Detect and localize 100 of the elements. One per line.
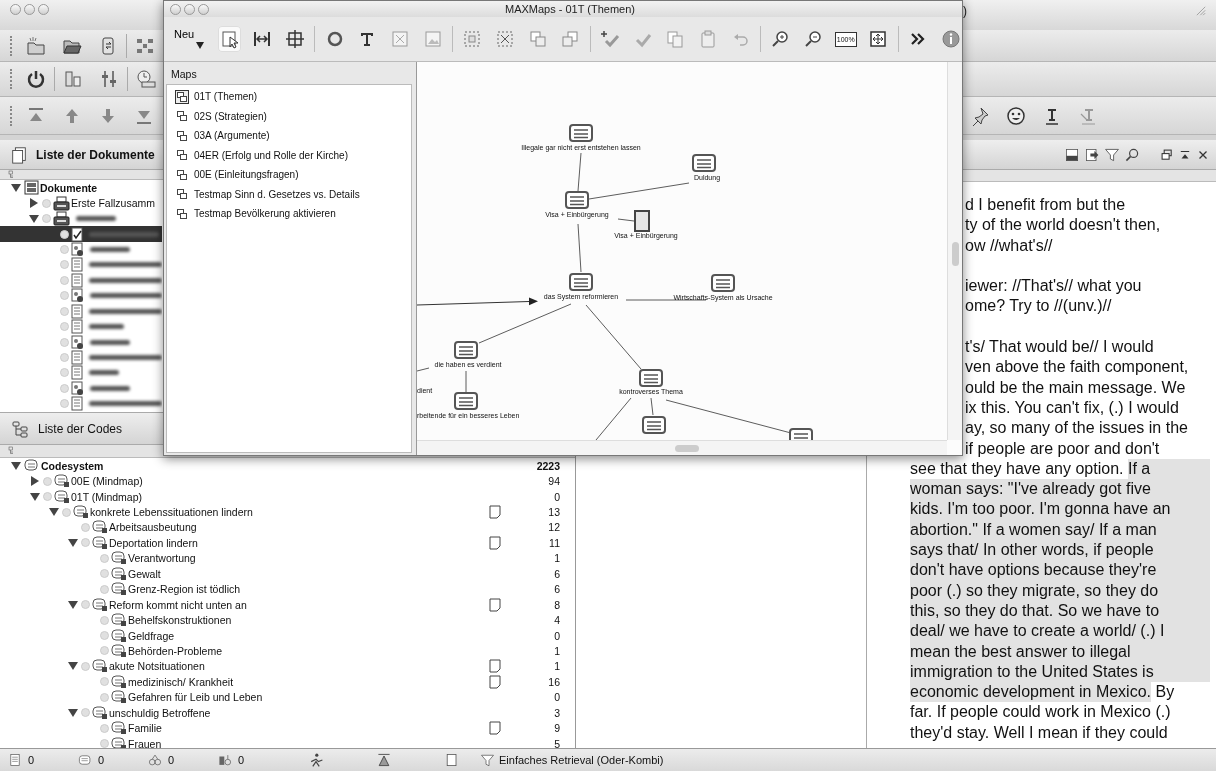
map-list-item[interactable]: Testmap Sinn d. Gesetzes vs. Details <box>167 184 411 204</box>
status-dot <box>60 229 69 239</box>
code-icon <box>73 505 89 520</box>
filter-icon[interactable] <box>1104 146 1120 163</box>
expanded-triangle-icon[interactable] <box>11 460 21 471</box>
restore-window-icon[interactable] <box>1160 147 1174 162</box>
code-label[interactable]: medizinisch/ Krankheit <box>128 675 234 688</box>
code-label[interactable]: Verantwortung <box>128 552 196 565</box>
sliders-icon[interactable] <box>99 69 119 89</box>
code-label[interactable]: 01T (Mindmap) <box>71 490 142 503</box>
code-icon <box>111 613 127 628</box>
memo-icon[interactable] <box>489 721 501 736</box>
collapsed-triangle-icon[interactable] <box>30 476 40 487</box>
panel-title: Liste der Codes <box>38 421 123 436</box>
map-list-item[interactable]: 02S (Strategien) <box>167 106 411 126</box>
window-title: ) <box>963 4 967 18</box>
code-label[interactable]: Deportation lindern <box>109 536 198 549</box>
code-label[interactable]: Reform kommt nicht unten an <box>109 598 247 611</box>
panel-title: Liste der Dokumente <box>36 147 155 162</box>
pin-icon[interactable] <box>970 105 990 126</box>
expanded-triangle-icon[interactable] <box>49 507 59 518</box>
expanded-triangle-icon[interactable] <box>68 661 78 672</box>
map-list-item[interactable]: 03A (Argumente) <box>167 126 411 146</box>
document-label[interactable]: Dokumente <box>40 181 98 194</box>
printer-icon <box>53 195 70 211</box>
transcript-text: ix this. You can't fix, (.) I would <box>964 397 1180 418</box>
map-icon <box>175 109 189 124</box>
doc-count-icon <box>8 753 22 767</box>
code-node-icon <box>711 274 735 292</box>
layers-icon <box>527 29 548 49</box>
expanded-triangle-icon[interactable] <box>68 537 78 548</box>
printer-icon <box>53 211 70 227</box>
image-document-icon <box>71 288 84 304</box>
code-label[interactable]: Familie <box>128 722 162 735</box>
code-node-icon <box>454 341 478 359</box>
status-dot <box>100 631 109 641</box>
expanded-triangle-icon[interactable] <box>68 707 78 718</box>
status-dot <box>60 383 69 393</box>
code-label[interactable]: Geldfrage <box>128 629 175 642</box>
clock-icon[interactable] <box>136 69 156 89</box>
transcript-text: iewer: //That's// what you <box>964 276 1143 297</box>
export-icon[interactable] <box>1084 146 1100 163</box>
status-dot <box>60 337 69 347</box>
code-label[interactable]: Gefahren für Leib und Leben <box>128 691 263 704</box>
power-icon[interactable] <box>26 69 46 89</box>
map-list-item[interactable]: 00E (Einleitungsfragen) <box>167 165 411 185</box>
collapsed-triangle-icon[interactable] <box>29 198 39 209</box>
memo-icon[interactable] <box>489 535 501 550</box>
pointer-tool[interactable] <box>218 26 241 52</box>
horizontal-scrollbar[interactable] <box>417 440 947 455</box>
document-row[interactable] <box>0 226 162 242</box>
document-label[interactable]: Erste Fallzusamm <box>71 197 155 210</box>
status-dot <box>60 244 69 254</box>
checked-document-icon <box>71 226 83 242</box>
code-node-icon <box>569 273 593 291</box>
expanded-triangle-icon[interactable] <box>30 491 40 502</box>
connector-line <box>465 370 467 393</box>
expanded-triangle-icon[interactable] <box>29 213 39 224</box>
square-icon[interactable] <box>444 752 460 768</box>
document-icon <box>71 303 83 319</box>
code-count: 8 <box>554 598 561 611</box>
code-label[interactable]: Arbeitsausbeutung <box>109 521 197 534</box>
code-label[interactable]: Codesystem <box>41 459 104 472</box>
pointer-icon <box>219 29 240 49</box>
caret-icon[interactable] <box>196 42 205 49</box>
code-label[interactable]: Behörden-Probleme <box>128 644 222 657</box>
map-list-item[interactable]: 04ER (Erfolg und Rolle der Kirche) <box>167 145 411 165</box>
memo-icon[interactable] <box>489 505 501 520</box>
print-icon[interactable] <box>1064 146 1080 163</box>
figure-icon[interactable] <box>308 752 324 768</box>
document-icon <box>71 272 83 288</box>
memo-icon[interactable] <box>489 674 501 689</box>
code-label[interactable]: 00E (Mindmap) <box>71 475 143 488</box>
expanded-triangle-icon[interactable] <box>11 182 21 193</box>
code-label[interactable]: Frauen <box>128 737 162 748</box>
code-label[interactable]: Gewalt <box>128 567 161 580</box>
bucket-icon[interactable] <box>376 752 392 768</box>
smiley-icon[interactable] <box>1006 105 1026 126</box>
expanded-triangle-icon[interactable] <box>68 599 78 610</box>
code-count-icon <box>78 753 92 767</box>
code-count: 11 <box>549 536 561 549</box>
code-node-icon <box>565 191 589 209</box>
code-label[interactable]: Grenz-Region ist tödlich <box>128 583 241 596</box>
search-icon[interactable] <box>1124 146 1140 163</box>
code-count: 6 <box>554 583 561 596</box>
code-label[interactable]: akute Notsituationen <box>109 660 205 673</box>
status-dot <box>60 291 69 301</box>
memo-icon[interactable] <box>489 659 501 674</box>
map-list-item[interactable]: Testmap Bevölkerung aktivieren <box>167 204 411 224</box>
status-dot <box>60 306 69 316</box>
code-icon <box>92 705 108 720</box>
blurred-text <box>89 324 124 330</box>
memo-icon[interactable] <box>489 597 501 612</box>
code-label[interactable]: unschuldig Betroffene <box>109 706 211 719</box>
vertical-scrollbar[interactable] <box>947 62 962 440</box>
folder-icon[interactable] <box>26 35 46 56</box>
new-button[interactable]: Neu <box>174 28 205 50</box>
code-label[interactable]: Behelfskonstruktionen <box>128 614 232 627</box>
code-label[interactable]: konkrete Lebenssituationen lindern <box>90 506 253 519</box>
map-list-item[interactable]: 01T (Themen) <box>167 87 411 107</box>
